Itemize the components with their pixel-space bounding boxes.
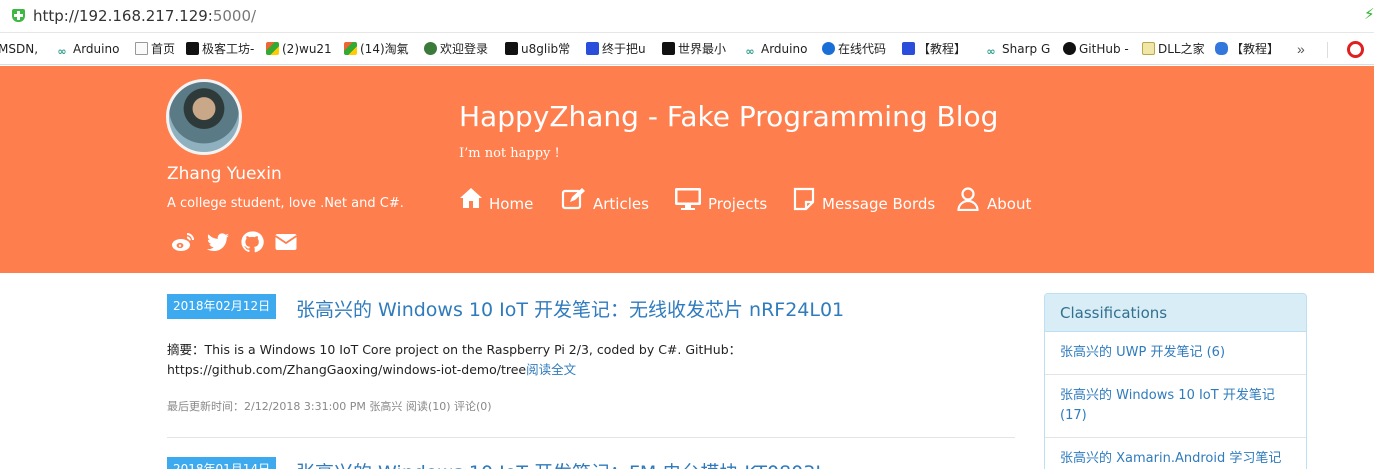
author-description: A college student, love .Net and C#. <box>167 196 404 211</box>
bookmarks-bar: MSDN, ∞ Arduino 首页 极客工坊- (2)wu21 (14)淘氣 欢… <box>0 34 1374 65</box>
secure-shield-icon <box>12 9 25 22</box>
url-host: http://192.168.217.129: <box>33 7 213 25</box>
monitor-icon <box>675 188 701 210</box>
nav-articles-label: Articles <box>593 195 649 213</box>
browser-window: http://192.168.217.129:5000/ ⚡ MSDN, ∞ Ar… <box>0 0 1374 469</box>
toolbar-divider <box>1327 42 1328 58</box>
blog-title[interactable]: HappyZhang - Fake Programming Blog <box>459 100 998 133</box>
bookmark-item[interactable]: u8glib常 <box>505 41 570 58</box>
author-name: Zhang Yuexin <box>167 164 282 184</box>
post-divider <box>167 437 1015 438</box>
post-title[interactable]: 张高兴的 Windows 10 IoT 开发笔记：FM 电台模块 KT0803L <box>296 458 826 469</box>
mail-icon[interactable] <box>274 230 298 254</box>
post-card: 2018年02月12日 张高兴的 Windows 10 IoT 开发笔记：无线收… <box>167 294 1015 424</box>
edit-icon <box>561 188 585 210</box>
c-icon <box>822 42 835 55</box>
post-meta: 最后更新时间：2/12/2018 3:31:00 PM 张高兴 阅读(10) 评… <box>167 400 492 413</box>
classification-item[interactable]: 张高兴的 Windows 10 IoT 开发笔记 (17) <box>1045 375 1306 438</box>
taobao-icon <box>344 42 357 55</box>
note-icon <box>793 187 815 211</box>
bookmark-item[interactable]: MSDN, <box>0 41 38 58</box>
date-badge: 2018年02月12日 <box>167 294 277 319</box>
bookmark-item[interactable]: DLL之家 <box>1142 41 1205 58</box>
post-summary-text: 摘要：This is a Windows 10 IoT Core project… <box>167 342 742 377</box>
taobao-icon <box>266 42 279 55</box>
bookmark-item[interactable]: (14)淘氣 <box>344 41 409 58</box>
github-icon[interactable] <box>240 230 264 254</box>
classifications-panel: Classifications 张高兴的 UWP 开发笔记 (6) 张高兴的 W… <box>1044 293 1307 469</box>
read-more-link[interactable]: 阅读全文 <box>526 362 576 377</box>
site-icon <box>186 42 199 55</box>
weibo-icon[interactable] <box>171 230 195 254</box>
globe-icon <box>424 42 437 55</box>
bookmark-item[interactable]: 首页 <box>135 41 175 58</box>
bookmark-item[interactable]: ∞ Arduino <box>54 41 119 58</box>
classification-item[interactable]: 张高兴的 Xamarin.Android 学习笔记 <box>1045 438 1306 469</box>
bookmark-item[interactable]: GitHub - <box>1063 41 1129 58</box>
url-port: 5000/ <box>212 7 257 25</box>
bookmark-item[interactable]: ∞ Arduino <box>742 41 807 58</box>
github-icon <box>1063 42 1076 55</box>
bookmark-item[interactable]: 【教程】 <box>902 41 966 58</box>
post-summary: 摘要：This is a Windows 10 IoT Core project… <box>167 340 787 380</box>
blog-header: Zhang Yuexin A college student, love .Ne… <box>0 66 1374 273</box>
more-bookmarks-icon[interactable]: » <box>1297 41 1305 57</box>
infinity-icon: ∞ <box>745 45 755 58</box>
bookmark-item[interactable]: 【教程】 <box>1215 41 1279 58</box>
baidu-icon <box>586 42 599 55</box>
nav-home-label: Home <box>489 195 534 213</box>
twitter-icon[interactable] <box>206 230 230 254</box>
classification-item[interactable]: 张高兴的 UWP 开发笔记 (6) <box>1045 332 1306 375</box>
infinity-icon: ∞ <box>57 45 67 58</box>
url-text[interactable]: http://192.168.217.129:5000/ <box>33 7 256 25</box>
bookmark-item[interactable]: 在线代码 <box>822 41 886 58</box>
nav-about-label: About <box>987 195 1032 213</box>
bookmark-item[interactable]: 终于把u <box>586 41 646 58</box>
bookmark-item[interactable]: ∞ Sharp G <box>983 41 1050 58</box>
site-icon <box>505 42 518 55</box>
avatar[interactable] <box>166 79 242 155</box>
bookmark-item[interactable]: 极客工坊- <box>186 41 254 58</box>
infinity-icon: ∞ <box>986 45 996 58</box>
site-icon <box>662 42 675 55</box>
date-badge: 2018年01月14日 <box>167 457 277 469</box>
bookmark-item[interactable]: 世界最小 <box>662 41 726 58</box>
nav-message-boards-label: Message Bords <box>822 195 936 213</box>
user-icon <box>957 187 979 211</box>
bookmark-item[interactable]: 欢迎登录 <box>424 41 488 58</box>
bolt-icon[interactable]: ⚡ <box>1364 6 1374 24</box>
dll-icon <box>1142 42 1155 55</box>
panel-heading: Classifications <box>1045 294 1306 332</box>
home-icon <box>460 188 482 208</box>
paw-icon <box>1215 42 1228 55</box>
post-title[interactable]: 张高兴的 Windows 10 IoT 开发笔记：无线收发芯片 nRF24L01 <box>296 295 844 322</box>
page-icon <box>135 42 148 55</box>
bookmark-item[interactable]: (2)wu21 <box>266 41 332 58</box>
baidu-icon <box>902 42 915 55</box>
nav-projects-label: Projects <box>708 195 768 213</box>
post-card: 2018年01月14日 张高兴的 Windows 10 IoT 开发笔记：FM … <box>167 457 1015 469</box>
blog-subtitle: I’m not happy ! <box>459 146 560 161</box>
address-bar[interactable]: http://192.168.217.129:5000/ ⚡ <box>0 0 1374 33</box>
opera-icon[interactable] <box>1347 41 1364 58</box>
